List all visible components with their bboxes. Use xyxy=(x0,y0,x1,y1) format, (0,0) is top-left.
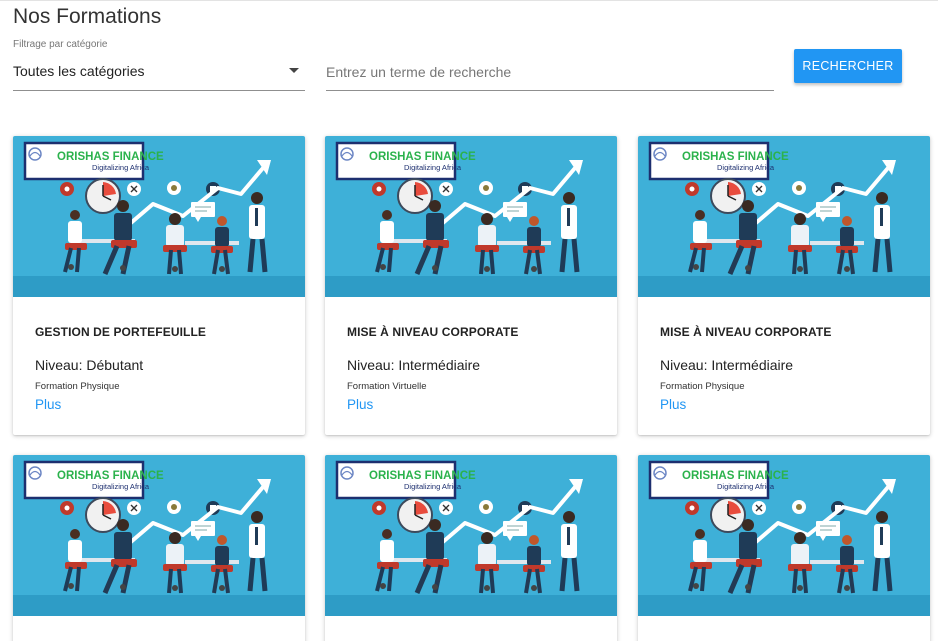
course-card: ORISHAS FINANCE Digitalizing Africa MISE… xyxy=(325,136,617,435)
course-level: Niveau: Intermédiaire xyxy=(660,357,794,373)
course-card: ORISHAS FINANCE Digitalizing Africa GEST… xyxy=(13,136,305,435)
logo-main-text: ORISHAS FINANCE xyxy=(57,151,164,163)
course-image[interactable]: ORISHAS FINANCE Digitalizing Africa xyxy=(325,455,617,616)
search-field xyxy=(326,52,774,91)
search-input[interactable] xyxy=(326,60,766,84)
course-card: ORISHAS FINANCE Digitalizing Africa xyxy=(638,455,930,641)
course-format: Formation Physique xyxy=(660,381,745,392)
logo-tagline-text: Digitalizing Africa xyxy=(717,482,775,491)
course-image[interactable]: ORISHAS FINANCE Digitalizing Africa xyxy=(13,136,305,297)
more-link[interactable]: Plus xyxy=(660,397,686,412)
course-card: ORISHAS FINANCE Digitalizing Africa xyxy=(13,455,305,641)
more-link[interactable]: Plus xyxy=(347,397,373,412)
more-link[interactable]: Plus xyxy=(35,397,61,412)
course-card: ORISHAS FINANCE Digitalizing Africa MISE… xyxy=(638,136,930,435)
top-divider xyxy=(0,0,938,1)
search-button[interactable]: RECHERCHER xyxy=(794,49,902,83)
logo-tagline-text: Digitalizing Africa xyxy=(92,482,150,491)
logo-main-text: ORISHAS FINANCE xyxy=(369,470,476,482)
course-image[interactable]: ORISHAS FINANCE Digitalizing Africa xyxy=(638,136,930,297)
logo-main-text: ORISHAS FINANCE xyxy=(682,151,789,163)
logo-tagline-text: Digitalizing Africa xyxy=(404,482,462,491)
course-image[interactable]: ORISHAS FINANCE Digitalizing Africa xyxy=(13,455,305,616)
course-format: Formation Virtuelle xyxy=(347,381,427,392)
course-title: MISE À NIVEAU CORPORATE xyxy=(347,325,519,339)
page-title: Nos Formations xyxy=(13,5,162,28)
logo-main-text: ORISHAS FINANCE xyxy=(369,151,476,163)
chevron-down-icon[interactable] xyxy=(289,68,299,73)
logo-tagline-text: Digitalizing Africa xyxy=(92,163,150,172)
category-selected-value: Toutes les catégories xyxy=(13,63,145,79)
course-card: ORISHAS FINANCE Digitalizing Africa xyxy=(325,455,617,641)
logo-tagline-text: Digitalizing Africa xyxy=(404,163,462,172)
course-title: GESTION DE PORTEFEUILLE xyxy=(35,325,206,339)
course-title: MISE À NIVEAU CORPORATE xyxy=(660,325,832,339)
course-image[interactable]: ORISHAS FINANCE Digitalizing Africa xyxy=(325,136,617,297)
logo-main-text: ORISHAS FINANCE xyxy=(682,470,789,482)
category-select[interactable]: Filtrage par catégorie Toutes les catégo… xyxy=(13,38,305,91)
course-image[interactable]: ORISHAS FINANCE Digitalizing Africa xyxy=(638,455,930,616)
course-level: Niveau: Intermédiaire xyxy=(347,357,481,373)
category-filter-label: Filtrage par catégorie xyxy=(13,39,108,50)
logo-main-text: ORISHAS FINANCE xyxy=(57,470,164,482)
course-format: Formation Physique xyxy=(35,381,120,392)
logo-tagline-text: Digitalizing Africa xyxy=(717,163,775,172)
course-level: Niveau: Débutant xyxy=(35,357,144,373)
